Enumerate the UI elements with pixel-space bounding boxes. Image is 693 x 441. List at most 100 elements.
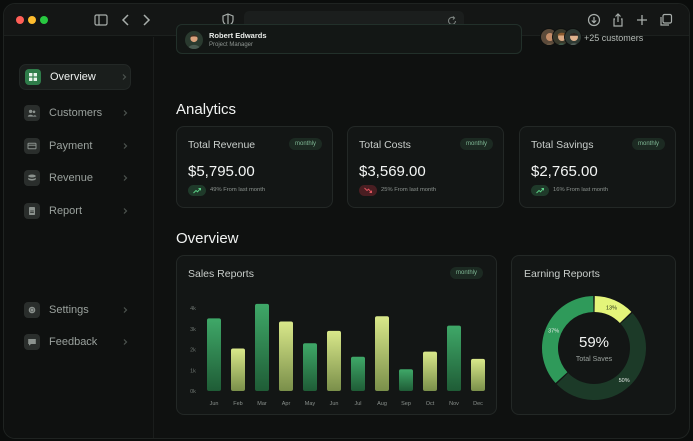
trend-text: 16% From last month <box>553 187 609 193</box>
x-tick-label: Dec <box>473 401 483 407</box>
analytics-heading: Analytics <box>176 101 237 118</box>
y-tick-label: 0k <box>190 389 196 395</box>
chevron-right-icon <box>122 74 127 80</box>
bar-jul[interactable] <box>351 356 365 391</box>
card-value: $5,795.00 <box>188 163 255 180</box>
bar-aug[interactable] <box>375 316 389 391</box>
avatar <box>185 31 203 49</box>
x-tick-label: Apr <box>282 401 291 407</box>
card-title: Total Costs <box>359 139 411 151</box>
earning-donut-chart: 59% Total Saves 13% 50% 37% <box>542 296 647 401</box>
download-icon[interactable] <box>586 12 602 28</box>
x-tick-label: Aug <box>377 401 387 407</box>
maximize-window-button[interactable] <box>40 16 48 24</box>
bar-apr[interactable] <box>279 321 293 391</box>
profile-name: Robert Edwards <box>209 31 267 40</box>
document-icon <box>24 203 40 219</box>
tabs-overview-icon[interactable] <box>658 12 674 28</box>
card-icon <box>24 138 40 154</box>
x-tick-label: Sep <box>401 401 411 407</box>
x-tick-label: Nov <box>449 401 459 407</box>
chevron-right-icon <box>123 175 128 181</box>
sidebar-item-payment[interactable]: Payment <box>19 133 131 159</box>
sidebar-item-report[interactable]: Report <box>19 198 131 224</box>
sales-report-card: Sales Reports monthly 0k 1k 2k 3k 4k Jun Feb Ma… <box>176 255 497 415</box>
bar-jun[interactable] <box>327 330 341 391</box>
gear-icon <box>24 302 40 318</box>
chevron-right-icon <box>123 143 128 149</box>
card-value: $3,569.00 <box>359 163 426 180</box>
sidebar-item-label: Payment <box>49 140 93 152</box>
sidebar-item-customers[interactable]: Customers <box>19 100 131 126</box>
donut-center-label: Total Saves <box>576 356 613 363</box>
donut-slice-label: 13% <box>606 306 617 312</box>
sidebar-item-label: Feedback <box>49 336 98 348</box>
period-badge[interactable]: monthly <box>632 138 666 150</box>
x-tick-label: Oct <box>426 401 435 407</box>
overview-heading: Overview <box>176 230 239 247</box>
donut-slice-label: 37% <box>548 329 559 335</box>
sidebar-item-label: Customers <box>49 107 103 119</box>
profile-bar[interactable]: Robert Edwards Project Manager <box>176 24 522 54</box>
x-tick-label: Jun <box>210 401 219 407</box>
close-window-button[interactable] <box>16 16 24 24</box>
bar-jun[interactable] <box>207 318 221 391</box>
share-icon[interactable] <box>610 12 626 28</box>
bar-may[interactable] <box>303 343 317 391</box>
y-tick-label: 4k <box>190 306 196 312</box>
bar-dec[interactable] <box>471 358 485 391</box>
sidebar-item-revenue[interactable]: Revenue <box>19 165 131 191</box>
card-value: $2,765.00 <box>531 163 598 180</box>
card-title: Total Revenue <box>188 139 256 151</box>
sidebar-item-feedback[interactable]: Feedback <box>19 329 131 355</box>
sales-bar-chart: 0k 1k 2k 3k 4k Jun Feb Mar Apr May Jun Jul Aug Sep Oct… <box>190 303 485 407</box>
chevron-right-icon <box>123 110 128 116</box>
minimize-window-button[interactable] <box>28 16 36 24</box>
chevron-right-icon <box>123 307 128 313</box>
avatar <box>564 28 582 46</box>
donut-slice-label: 50% <box>619 378 630 384</box>
y-tick-label: 2k <box>190 348 196 354</box>
donut-center-value: 59% <box>579 334 609 351</box>
x-tick-label: May <box>305 401 316 407</box>
bar-nov[interactable] <box>447 325 461 391</box>
forward-icon[interactable] <box>138 12 154 28</box>
chevron-right-icon <box>123 208 128 214</box>
trend-down-icon <box>359 185 377 196</box>
trend-text: 49% From last month <box>210 187 266 193</box>
bar-oct[interactable] <box>423 351 437 391</box>
stat-card-costs[interactable]: Total Costs monthly $3,569.00 25% From l… <box>347 126 504 208</box>
sidebar-item-settings[interactable]: Settings <box>19 297 131 323</box>
trend-up-icon <box>188 185 206 196</box>
x-tick-label: Jul <box>354 401 361 407</box>
stat-card-revenue[interactable]: Total Revenue monthly $5,795.00 49% From… <box>176 126 333 208</box>
sidebar-item-label: Report <box>49 205 83 217</box>
profile-role: Project Manager <box>209 42 254 48</box>
users-icon <box>24 105 40 121</box>
bar-sep[interactable] <box>399 369 413 391</box>
stat-card-savings[interactable]: Total Savings monthly $2,765.00 16% From… <box>519 126 676 208</box>
period-badge[interactable]: monthly <box>460 138 494 150</box>
sidebar-item-label: Settings <box>49 304 89 316</box>
trend-text: 25% From last month <box>381 187 437 193</box>
x-tick-label: Jun <box>330 401 339 407</box>
grid-icon <box>25 69 41 85</box>
new-tab-icon[interactable] <box>634 12 650 28</box>
back-icon[interactable] <box>118 12 134 28</box>
period-badge[interactable]: monthly <box>289 138 323 150</box>
x-tick-label: Mar <box>257 401 267 407</box>
sidebar-item-label: Overview <box>50 71 96 83</box>
y-tick-label: 1k <box>190 368 196 374</box>
customers-count[interactable]: +25 customers <box>584 33 643 43</box>
y-tick-label: 3k <box>190 327 196 333</box>
card-title: Total Savings <box>531 139 594 151</box>
sidebar-toggle-icon[interactable] <box>93 12 109 28</box>
browser-window: Overview Customers Payment Revenue Repor… <box>3 3 690 439</box>
sidebar-item-label: Revenue <box>49 172 94 184</box>
bar-mar[interactable] <box>255 303 269 391</box>
sidebar: Overview Customers Payment Revenue Repor… <box>4 37 154 438</box>
trend-up-icon <box>531 185 549 196</box>
sidebar-item-overview[interactable]: Overview <box>19 64 131 90</box>
revenue-icon <box>24 170 40 186</box>
bar-feb[interactable] <box>231 348 245 391</box>
